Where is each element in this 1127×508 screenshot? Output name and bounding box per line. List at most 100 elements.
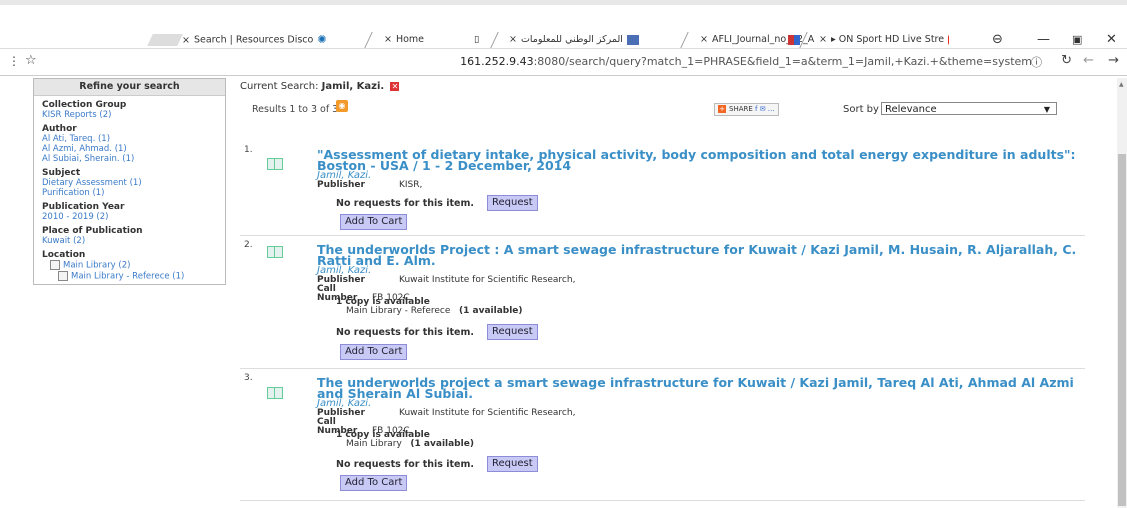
copies-info: 1 copy is available Main Library - Refer… (336, 298, 523, 316)
share-label: SHARE (729, 105, 753, 113)
copy-location: Main Library - Referece (346, 306, 451, 316)
sort-label: Sort by (843, 104, 879, 115)
minimize-icon[interactable]: — (1037, 33, 1050, 47)
dropdown-arrow-icon: ▼ (1043, 105, 1050, 114)
share-button[interactable]: + SHARE f ✉ … (714, 103, 779, 116)
facet-item[interactable]: 2010 - 2019 (2) (42, 212, 225, 222)
facet-item[interactable]: Al Azmi, Ahmad. (1) (42, 144, 225, 154)
facet-item[interactable]: KISR Reports (2) (42, 110, 225, 120)
facet-item[interactable]: Al Subiai, Sherain. (1) (42, 154, 225, 164)
tab-label: Home (395, 34, 425, 45)
address-bar: ⋮ ☆ 161.252.9.43:8080/search/query?match… (0, 48, 1127, 76)
tab-on-sport[interactable]: × ▸ ON Sport HD Live Stre (807, 32, 949, 48)
add-to-cart-button[interactable]: Add To Cart (340, 214, 408, 230)
forward-arrow-icon[interactable]: → (1108, 53, 1119, 68)
tab-home[interactable]: × Home (372, 32, 474, 48)
facet-title: Subject (42, 168, 81, 178)
facet-collection-group: Collection Group KISR Reports (2) (34, 100, 225, 120)
facet-place-of-publication: Place of Publication Kuwait (2) (34, 226, 225, 246)
expand-checkbox-icon[interactable] (58, 270, 68, 281)
site-info-icon[interactable]: ⓘ (1031, 54, 1042, 70)
no-requests-text: No requests for this item. (336, 198, 475, 209)
publisher-value: KISR, (399, 180, 423, 190)
copy-location: Main Library (346, 439, 402, 449)
request-button[interactable]: Request (487, 324, 538, 340)
tab-search[interactable]: × Search | Resources Disco ✺ (170, 32, 372, 48)
tab-close-icon[interactable]: × (509, 34, 517, 45)
facet-item[interactable]: Al Ati, Tareq. (1) (42, 134, 225, 144)
tab-close-icon[interactable]: × (182, 35, 190, 46)
tab-national-info-center[interactable]: × المركز الوطني للمعلومات (497, 32, 694, 48)
sort-select[interactable]: Relevance ▼ (881, 102, 1057, 115)
copy-availability: (1 available) (410, 439, 474, 449)
result-item-3: 3. The underworlds project a smart sewag… (240, 373, 1085, 498)
result-publisher: Publisher Kuwait Institute for Scientific… (317, 276, 575, 285)
book-icon (267, 158, 283, 170)
current-search: Current Search: Jamil, Kazi. ✕ (240, 81, 400, 92)
copy-availability: (1 available) (459, 306, 523, 316)
facet-title: Place of Publication (42, 226, 143, 236)
expand-checkbox-icon[interactable] (50, 260, 60, 270)
result-publisher: Publisher Kuwait Institute for Scientific… (317, 409, 575, 418)
restore-icon[interactable]: ▣ (1072, 33, 1082, 47)
scroll-up-icon[interactable]: ▲ (1119, 81, 1124, 88)
facet-title: Publication Year (42, 202, 125, 212)
result-title[interactable]: "Assessment of dietary intake, physical … (317, 148, 1077, 172)
current-search-label: Current Search: (240, 81, 319, 92)
tab-close-icon[interactable]: × (819, 34, 827, 45)
result-divider (240, 368, 1085, 369)
scrollbar-thumb[interactable] (1118, 154, 1126, 506)
facet-item[interactable]: Kuwait (2) (42, 236, 225, 246)
facet-item[interactable]: Purification (1) (42, 188, 225, 198)
profile-icon[interactable]: ⊖ (992, 33, 1003, 47)
facet-author: Author Al Ati, Tareq. (1) Al Azmi, Ahmad… (34, 124, 225, 164)
no-requests-text: No requests for this item. (336, 327, 475, 338)
result-publisher: Publisher KISR, (317, 181, 422, 190)
menu-dots-icon[interactable]: ⋮ (8, 54, 20, 68)
rss-feed-icon[interactable]: ◉ (336, 100, 348, 112)
play-icon: ▸ (830, 34, 839, 45)
results-count: Results 1 to 3 of 3 (252, 104, 339, 115)
app-favicon-icon: ✺ (317, 33, 327, 46)
result-item-2: 2. The underworlds Project : A smart sew… (240, 240, 1085, 365)
publisher-value: Kuwait Institute for Scientific Research… (399, 408, 576, 418)
facet-title: Author (42, 124, 77, 134)
add-to-cart-button[interactable]: Add To Cart (340, 475, 408, 491)
result-title[interactable]: The underworlds Project : A smart sewage… (317, 243, 1077, 267)
remove-term-icon[interactable]: ✕ (390, 81, 400, 91)
tab-close-icon[interactable]: × (384, 34, 392, 45)
site-favicon-icon (626, 34, 639, 45)
bookmark-star-icon[interactable]: ☆ (25, 53, 37, 68)
facet-item-label: Main Library (2) (63, 260, 131, 271)
tab-label: ON Sport HD Live Stre (838, 34, 945, 45)
page-scrollbar[interactable]: ▲ (1117, 78, 1127, 508)
tab-close-icon[interactable]: × (700, 34, 708, 45)
facet-publication-year: Publication Year 2010 - 2019 (2) (34, 202, 225, 222)
facet-item[interactable]: Dietary Assessment (1) (42, 178, 225, 188)
result-title[interactable]: The underworlds project a smart sewage i… (317, 376, 1077, 400)
close-window-icon[interactable]: ✕ (1106, 33, 1117, 47)
sort-value: Relevance (885, 104, 937, 115)
reload-icon[interactable]: ↻ (1061, 53, 1072, 68)
facet-item[interactable]: Main Library (2) (42, 260, 225, 271)
facet-item[interactable]: Main Library - Referece (1) (42, 270, 225, 281)
copy-location-line: Main Library - Referece (1 available) (336, 307, 523, 316)
browser-tab-strip: × Search | Resources Disco ✺ × Home ▯ × المر… (0, 0, 1127, 48)
result-item-1: 1. "Assessment of dietary intake, physic… (240, 145, 1085, 230)
current-search-term: Jamil, Kazi. (321, 81, 385, 92)
book-icon (267, 387, 283, 399)
facet-location: Location Main Library (2) Main Library -… (34, 250, 225, 281)
url-field[interactable]: 161.252.9.43:8080/search/query?match_1=P… (460, 55, 1032, 68)
no-requests-text: No requests for this item. (336, 459, 475, 470)
request-button[interactable]: Request (487, 456, 538, 472)
publisher-label: Publisher (317, 180, 365, 190)
facet-title: Collection Group (42, 100, 127, 110)
youtube-favicon-icon (948, 34, 949, 45)
add-to-cart-button[interactable]: Add To Cart (340, 344, 408, 360)
request-button[interactable]: Request (487, 195, 538, 211)
back-arrow-icon[interactable]: ← (1083, 53, 1094, 68)
result-number: 3. (244, 373, 253, 383)
copy-location-line: Main Library (1 available) (336, 440, 474, 449)
result-divider (240, 235, 1085, 236)
sidebar-heading: Refine your search (34, 79, 225, 96)
